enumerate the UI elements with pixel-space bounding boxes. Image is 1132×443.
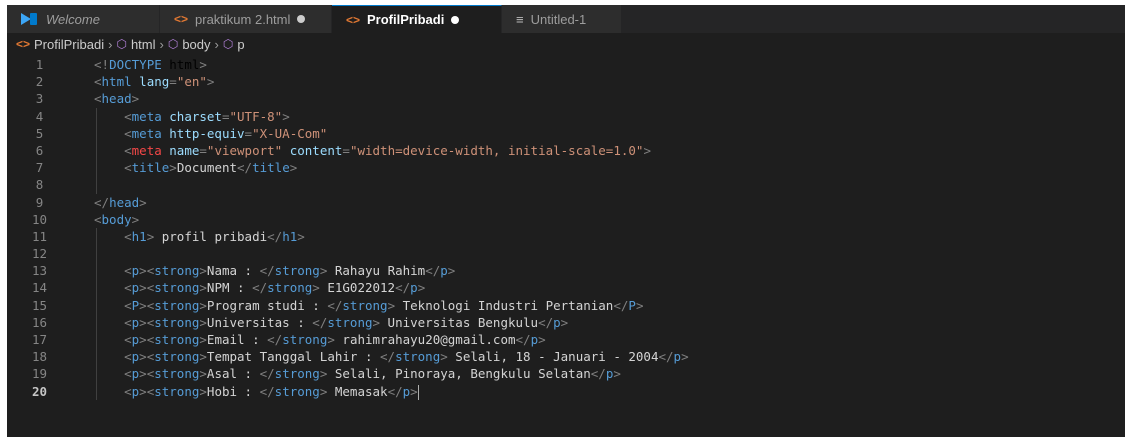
tab-label: Untitled-1 [530,11,587,27]
code-line[interactable]: 5 <meta http-equiv="X-UA-Com" [7,125,1125,142]
tab-welcome[interactable]: Welcome [7,5,160,33]
code-line[interactable]: 14 <p><strong>NPM : </strong> E1G022012<… [7,279,1125,296]
breadcrumb: <> ProfilPribadi › ⬡ html › ⬡ body › ⬡ p [7,33,1125,55]
unsaved-dot-icon[interactable] [451,15,460,24]
code-line[interactable]: 13 <p><strong>Nama : </strong> Rahayu Ra… [7,262,1125,279]
code-line[interactable]: 8 [7,176,1125,193]
code-line[interactable]: 3 <head> [7,90,1125,107]
line-number: 4 [35,108,44,124]
element-icon: ⬡ [116,37,127,51]
code-text: <meta name="viewport" content="width=dev… [124,142,651,158]
breadcrumb-item[interactable]: p [237,37,244,52]
code-line[interactable]: 6 <meta name="viewport" content="width=d… [7,142,1125,159]
chevron-right-icon: › [159,36,164,52]
html-file-icon: <> [346,12,361,27]
breadcrumb-item[interactable]: ProfilPribadi [34,37,104,52]
code-text: <p><strong>NPM : </strong> E1G022012</p> [124,280,426,296]
code-text: <p><strong>Nama : </strong> Rahayu Rahim… [124,263,456,279]
html-file-icon: <> [174,12,189,26]
code-text: <h1> profil pribadi</h1> [124,228,305,244]
code-editor[interactable]: 1 <!DOCTYPE html> 2 <html lang="en"> 3 <head>… [7,56,1125,400]
code-line[interactable]: 2 <html lang="en"> [7,73,1125,90]
code-line[interactable]: 16 <p><strong>Universitas : </strong> Un… [7,314,1125,331]
element-icon: ⬡ [167,37,179,51]
tab-label: praktikum 2.html [195,11,291,27]
vscode-logo-icon [21,13,39,25]
indent-guide [96,107,97,194]
code-line[interactable]: 10 <body> [7,211,1125,228]
code-text: <p><strong>Asal : </strong> Selali, Pino… [124,366,621,382]
code-line[interactable]: 4 <meta charset="UTF-8"> [7,108,1125,125]
line-number: 17 [31,332,48,347]
breadcrumb-item[interactable]: html [131,37,156,52]
code-line[interactable]: 12 [7,245,1125,262]
code-text: <html lang="en"> [94,74,215,90]
editor-tab-bar: Welcome <> praktikum 2.html <> ProfilPri… [7,5,1125,33]
code-text: <p><strong>Email : </strong> rahimrahayu… [124,332,546,347]
code-line[interactable]: 11 <h1> profil pribadi</h1> [7,228,1125,245]
code-text: <meta charset="UTF-8"> [124,108,290,124]
text-file-icon: ≡ [516,11,524,27]
code-text: <p><strong>Tempat Tanggal Lahir : </stro… [124,349,689,365]
code-text: </head> [94,194,147,210]
line-number: 8 [35,177,44,193]
vscode-window: Welcome <> praktikum 2.html <> ProfilPri… [7,5,1125,437]
html-file-icon: <> [16,37,31,51]
line-number: 15 [31,297,48,313]
line-number: 19 [31,366,48,382]
line-number: 6 [35,142,44,158]
code-line[interactable]: 17 <p><strong>Email : </strong> rahimrah… [7,331,1125,348]
line-number: 3 [35,91,44,107]
code-text: <body> [94,211,140,227]
line-number: 9 [35,194,44,210]
unsaved-dot-icon[interactable] [297,15,306,23]
indent-guide [96,228,97,400]
tab-praktikum-2[interactable]: <> praktikum 2.html [160,5,332,33]
code-text: <p><strong>Hobi : </strong> Memasak</p> [124,383,419,400]
tab-label: Welcome [46,11,100,27]
tab-untitled-1[interactable]: ≡ Untitled-1 [502,5,622,33]
line-number: 16 [31,314,48,330]
element-icon: ⬡ [222,37,234,51]
code-line[interactable]: 15 <P><strong>Program studi : </strong> … [7,297,1125,314]
line-number: 1 [35,57,44,72]
code-text: <p><strong>Universitas : </strong> Unive… [124,314,569,330]
text-cursor [417,384,419,400]
line-number: 13 [31,263,48,279]
tab-label: ProfilPribadi [367,12,445,27]
line-number: 2 [35,74,44,90]
line-number: 10 [31,211,48,227]
code-text: <!DOCTYPE html> [94,57,207,72]
chevron-right-icon: › [214,36,219,52]
chevron-right-icon: › [108,36,113,52]
line-number: 5 [35,125,44,141]
line-number: 18 [31,349,48,365]
code-line[interactable]: 9 </head> [7,194,1125,211]
code-text: <meta http-equiv="X-UA-Com" [124,125,328,141]
tab-profil-pribadi[interactable]: <> ProfilPribadi [332,5,502,33]
code-line[interactable]: 20 <p><strong>Hobi : </strong> Memasak</… [7,383,1125,400]
line-number: 12 [31,246,48,262]
code-line[interactable]: 18 <p><strong>Tempat Tanggal Lahir : </s… [7,348,1125,365]
line-number: 11 [31,228,48,244]
code-text: <head> [94,91,140,107]
line-number: 14 [31,280,48,296]
code-text: <P><strong>Program studi : </strong> Tek… [124,297,644,313]
code-text: <title>Document</title> [124,160,298,176]
code-line[interactable]: 19 <p><strong>Asal : </strong> Selali, P… [7,365,1125,382]
code-line[interactable]: 1 <!DOCTYPE html> [7,56,1125,73]
line-number: 7 [35,160,44,176]
code-line[interactable]: 7 <title>Document</title> [7,159,1125,176]
breadcrumb-item[interactable]: body [182,37,210,52]
line-number: 20 [31,383,48,399]
